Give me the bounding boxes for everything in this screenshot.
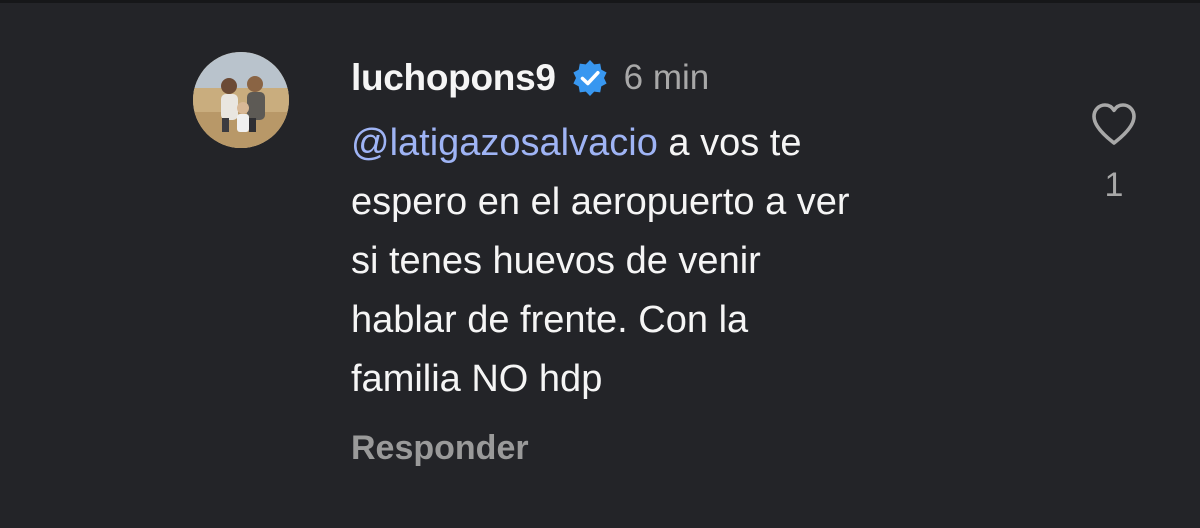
comment-text: @latigazosalvacio a vos te espero en el … bbox=[351, 114, 991, 409]
comment-line-2: espero en el aeropuerto a ver bbox=[351, 181, 850, 223]
comment-line-1: @latigazosalvacio a vos te bbox=[351, 114, 991, 173]
top-divider bbox=[0, 0, 1200, 3]
mention-link[interactable]: @latigazosalvacio bbox=[351, 122, 658, 164]
avatar-photo bbox=[193, 52, 289, 148]
comment-line-3: si tenes huevos de venir bbox=[351, 240, 761, 282]
comment-header: luchopons9 6 min bbox=[351, 52, 1031, 104]
comment-line-1-text: a vos te bbox=[657, 122, 802, 164]
comment-line-5: familia NO hdp bbox=[351, 358, 603, 400]
avatar[interactable] bbox=[193, 52, 289, 148]
comment-block: luchopons9 6 min @latigazosalvacio a vos… bbox=[351, 52, 1031, 468]
comment-timestamp: 6 min bbox=[623, 58, 710, 97]
heart-outline-icon[interactable] bbox=[1086, 96, 1142, 152]
like-count: 1 bbox=[1104, 166, 1124, 204]
comment-line-4: hablar de frente. Con la bbox=[351, 299, 749, 341]
verified-badge-icon bbox=[570, 58, 610, 98]
reply-button[interactable]: Responder bbox=[351, 429, 1031, 468]
comment-screen: luchopons9 6 min @latigazosalvacio a vos… bbox=[0, 0, 1200, 528]
username[interactable]: luchopons9 bbox=[351, 57, 556, 99]
